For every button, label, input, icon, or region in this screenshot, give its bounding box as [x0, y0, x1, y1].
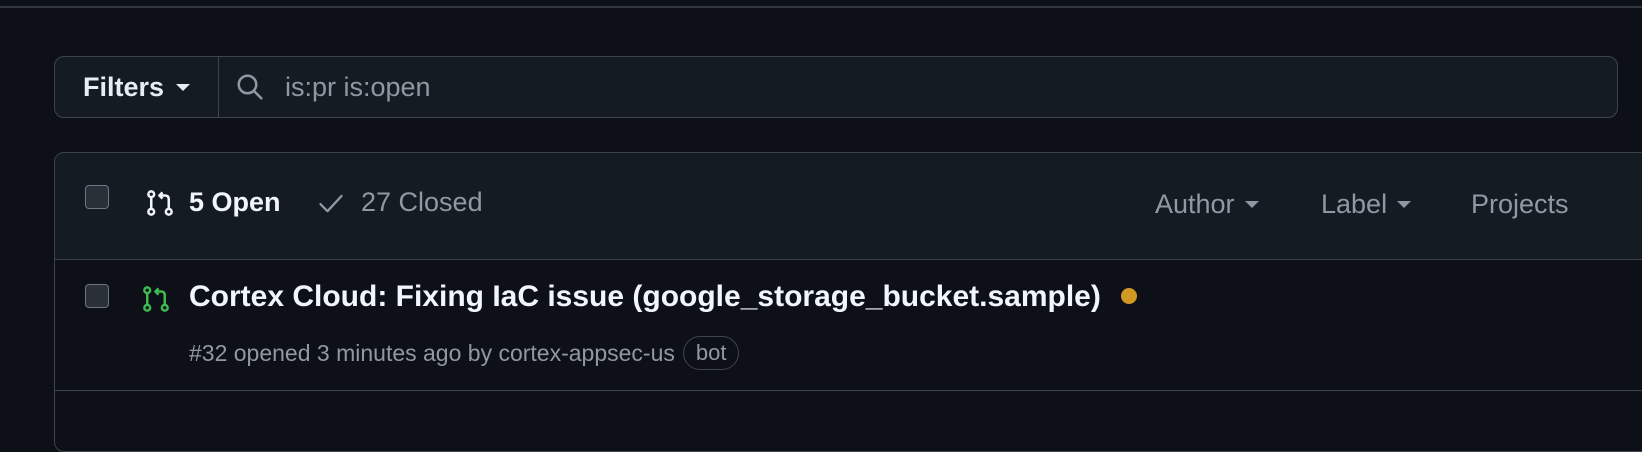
author-filter-label: Author [1155, 189, 1235, 219]
chevron-down-icon [176, 83, 191, 91]
filters-button[interactable]: Filters [55, 57, 219, 117]
pull-request-meta: #32 opened 3 minutes ago by cortex-appse… [189, 336, 740, 370]
label-filter[interactable]: Label [1321, 189, 1412, 220]
pull-request-meta-text: #32 opened 3 minutes ago by cortex-appse… [189, 339, 675, 366]
pull-request-list: 5 Open 27 Closed Author Label Projects C… [54, 152, 1642, 452]
closed-tab[interactable]: 27 Closed [317, 187, 483, 218]
bot-badge: bot [682, 336, 740, 370]
filters-button-label: Filters [82, 71, 165, 102]
top-border [0, 0, 1642, 8]
check-icon [319, 194, 343, 212]
row-checkbox[interactable] [85, 284, 109, 308]
projects-filter[interactable]: Projects [1471, 189, 1569, 220]
search-input[interactable] [283, 70, 1487, 104]
closed-count-label: 27 Closed [361, 187, 483, 217]
list-header: 5 Open 27 Closed Author Label Projects [55, 153, 1642, 260]
search-area [219, 57, 1617, 117]
pull-request-title[interactable]: Cortex Cloud: Fixing IaC issue (google_s… [189, 280, 1101, 314]
projects-filter-label: Projects [1471, 189, 1569, 219]
search-icon [237, 74, 263, 100]
chevron-down-icon [1397, 201, 1412, 208]
select-all-checkbox[interactable] [85, 185, 109, 209]
git-pull-request-icon [147, 189, 173, 216]
filter-bar: Filters [54, 56, 1618, 118]
label-filter-label: Label [1321, 189, 1388, 219]
git-pull-request-icon [143, 286, 169, 312]
chevron-down-icon [1244, 201, 1259, 208]
status-pending-dot[interactable] [1121, 288, 1137, 304]
author-filter[interactable]: Author [1155, 189, 1259, 220]
open-count-label: 5 Open [189, 187, 281, 217]
list-item: Cortex Cloud: Fixing IaC issue (google_s… [55, 260, 1642, 391]
open-tab[interactable]: 5 Open [145, 187, 281, 218]
